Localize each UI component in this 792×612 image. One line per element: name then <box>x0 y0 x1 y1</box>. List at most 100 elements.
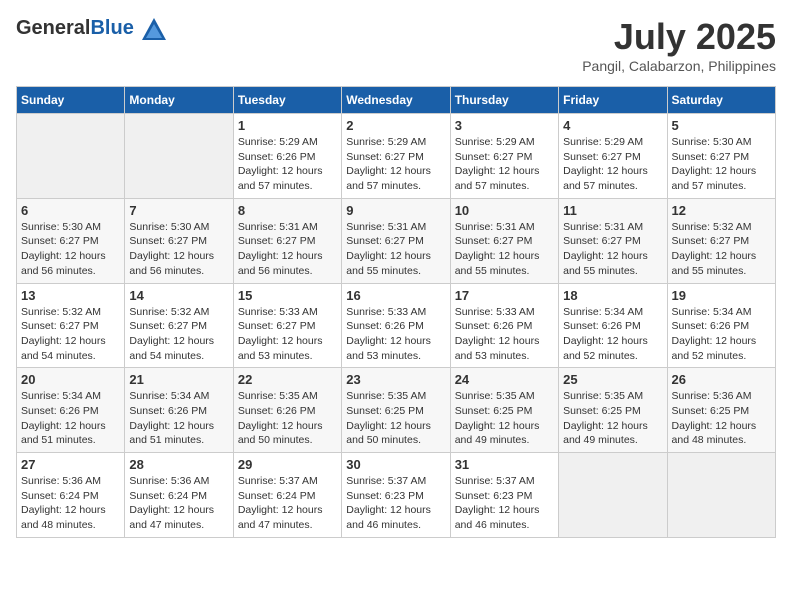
day-number: 24 <box>455 372 554 387</box>
day-info: Sunrise: 5:31 AMSunset: 6:27 PMDaylight:… <box>238 220 337 279</box>
logo-text: GeneralBlue <box>16 16 168 44</box>
day-info: Sunrise: 5:33 AMSunset: 6:26 PMDaylight:… <box>455 305 554 364</box>
logo: GeneralBlue <box>16 16 168 44</box>
day-info: Sunrise: 5:29 AMSunset: 6:27 PMDaylight:… <box>563 135 662 194</box>
calendar-header-row: Sunday Monday Tuesday Wednesday Thursday… <box>17 87 776 114</box>
day-info: Sunrise: 5:35 AMSunset: 6:25 PMDaylight:… <box>455 389 554 448</box>
day-info: Sunrise: 5:36 AMSunset: 6:24 PMDaylight:… <box>21 474 120 533</box>
calendar-week-row: 6Sunrise: 5:30 AMSunset: 6:27 PMDaylight… <box>17 198 776 283</box>
day-info: Sunrise: 5:30 AMSunset: 6:27 PMDaylight:… <box>129 220 228 279</box>
col-wednesday: Wednesday <box>342 87 450 114</box>
day-number: 19 <box>672 288 771 303</box>
col-saturday: Saturday <box>667 87 775 114</box>
table-row <box>667 453 775 538</box>
day-number: 13 <box>21 288 120 303</box>
day-number: 15 <box>238 288 337 303</box>
table-row: 30Sunrise: 5:37 AMSunset: 6:23 PMDayligh… <box>342 453 450 538</box>
table-row: 11 Sunrise: 5:31 AMSunset: 6:27 PMDayligh… <box>559 198 667 283</box>
table-row: 7 Sunrise: 5:30 AMSunset: 6:27 PMDaylight… <box>125 198 233 283</box>
day-info: Sunrise: 5:34 AMSunset: 6:26 PMDaylight:… <box>563 305 662 364</box>
table-row: 3 Sunrise: 5:29 AMSunset: 6:27 PMDaylight… <box>450 114 558 199</box>
table-row <box>17 114 125 199</box>
day-number: 16 <box>346 288 445 303</box>
day-info: Sunrise: 5:36 AMSunset: 6:24 PMDaylight:… <box>129 474 228 533</box>
day-number: 18 <box>563 288 662 303</box>
table-row: 19 Sunrise: 5:34 AMSunset: 6:26 PMDayligh… <box>667 283 775 368</box>
day-number: 8 <box>238 203 337 218</box>
day-number: 28 <box>129 457 228 472</box>
day-info: Sunrise: 5:35 AMSunset: 6:25 PMDaylight:… <box>346 389 445 448</box>
day-info: Sunrise: 5:32 AMSunset: 6:27 PMDaylight:… <box>672 220 771 279</box>
table-row: 1Sunrise: 5:29 AMSunset: 6:26 PMDaylight… <box>233 114 341 199</box>
col-thursday: Thursday <box>450 87 558 114</box>
table-row: 6Sunrise: 5:30 AMSunset: 6:27 PMDaylight… <box>17 198 125 283</box>
day-number: 17 <box>455 288 554 303</box>
table-row: 8 Sunrise: 5:31 AMSunset: 6:27 PMDaylight… <box>233 198 341 283</box>
day-info: Sunrise: 5:34 AMSunset: 6:26 PMDaylight:… <box>21 389 120 448</box>
day-number: 4 <box>563 118 662 133</box>
day-info: Sunrise: 5:32 AMSunset: 6:27 PMDaylight:… <box>21 305 120 364</box>
day-number: 23 <box>346 372 445 387</box>
table-row: 12 Sunrise: 5:32 AMSunset: 6:27 PMDayligh… <box>667 198 775 283</box>
day-number: 3 <box>455 118 554 133</box>
day-number: 31 <box>455 457 554 472</box>
table-row <box>559 453 667 538</box>
logo-blue: Blue <box>90 17 133 39</box>
table-row: 5 Sunrise: 5:30 AMSunset: 6:27 PMDaylight… <box>667 114 775 199</box>
day-info: Sunrise: 5:35 AMSunset: 6:25 PMDaylight:… <box>563 389 662 448</box>
day-number: 26 <box>672 372 771 387</box>
table-row: 13 Sunrise: 5:32 AMSunset: 6:27 PMDayligh… <box>17 283 125 368</box>
day-info: Sunrise: 5:30 AMSunset: 6:27 PMDaylight:… <box>672 135 771 194</box>
day-number: 2 <box>346 118 445 133</box>
table-row: 24 Sunrise: 5:35 AMSunset: 6:25 PMDayligh… <box>450 368 558 453</box>
logo-general: General <box>16 17 90 39</box>
day-info: Sunrise: 5:37 AMSunset: 6:23 PMDaylight:… <box>346 474 445 533</box>
logo-icon <box>140 16 168 44</box>
day-info: Sunrise: 5:33 AMSunset: 6:26 PMDaylight:… <box>346 305 445 364</box>
day-number: 5 <box>672 118 771 133</box>
day-info: Sunrise: 5:29 AMSunset: 6:27 PMDaylight:… <box>455 135 554 194</box>
table-row: 4 Sunrise: 5:29 AMSunset: 6:27 PMDaylight… <box>559 114 667 199</box>
calendar-week-row: 20Sunrise: 5:34 AMSunset: 6:26 PMDayligh… <box>17 368 776 453</box>
day-number: 11 <box>563 203 662 218</box>
table-row: 29Sunrise: 5:37 AMSunset: 6:24 PMDayligh… <box>233 453 341 538</box>
day-number: 1 <box>238 118 337 133</box>
col-sunday: Sunday <box>17 87 125 114</box>
table-row: 20Sunrise: 5:34 AMSunset: 6:26 PMDayligh… <box>17 368 125 453</box>
day-info: Sunrise: 5:35 AMSunset: 6:26 PMDaylight:… <box>238 389 337 448</box>
day-number: 14 <box>129 288 228 303</box>
table-row: 27Sunrise: 5:36 AMSunset: 6:24 PMDayligh… <box>17 453 125 538</box>
day-info: Sunrise: 5:32 AMSunset: 6:27 PMDaylight:… <box>129 305 228 364</box>
day-number: 29 <box>238 457 337 472</box>
day-info: Sunrise: 5:30 AMSunset: 6:27 PMDaylight:… <box>21 220 120 279</box>
table-row: 18 Sunrise: 5:34 AMSunset: 6:26 PMDayligh… <box>559 283 667 368</box>
table-row: 21 Sunrise: 5:34 AMSunset: 6:26 PMDayligh… <box>125 368 233 453</box>
calendar-table: Sunday Monday Tuesday Wednesday Thursday… <box>16 86 776 538</box>
day-info: Sunrise: 5:34 AMSunset: 6:26 PMDaylight:… <box>129 389 228 448</box>
day-number: 22 <box>238 372 337 387</box>
day-number: 12 <box>672 203 771 218</box>
day-info: Sunrise: 5:34 AMSunset: 6:26 PMDaylight:… <box>672 305 771 364</box>
day-info: Sunrise: 5:31 AMSunset: 6:27 PMDaylight:… <box>346 220 445 279</box>
location-title: Pangil, Calabarzon, Philippines <box>582 58 776 74</box>
page-header: GeneralBlue July 2025 Pangil, Calabarzon… <box>16 16 776 74</box>
table-row: 17 Sunrise: 5:33 AMSunset: 6:26 PMDayligh… <box>450 283 558 368</box>
table-row: 16 Sunrise: 5:33 AMSunset: 6:26 PMDayligh… <box>342 283 450 368</box>
calendar-week-row: 1Sunrise: 5:29 AMSunset: 6:26 PMDaylight… <box>17 114 776 199</box>
table-row <box>125 114 233 199</box>
day-info: Sunrise: 5:29 AMSunset: 6:27 PMDaylight:… <box>346 135 445 194</box>
table-row: 31 Sunrise: 5:37 AMSunset: 6:23 PMDayligh… <box>450 453 558 538</box>
calendar-week-row: 13 Sunrise: 5:32 AMSunset: 6:27 PMDayligh… <box>17 283 776 368</box>
day-number: 7 <box>129 203 228 218</box>
table-row: 22 Sunrise: 5:35 AMSunset: 6:26 PMDayligh… <box>233 368 341 453</box>
day-number: 21 <box>129 372 228 387</box>
day-number: 9 <box>346 203 445 218</box>
day-number: 10 <box>455 203 554 218</box>
table-row: 28 Sunrise: 5:36 AMSunset: 6:24 PMDayligh… <box>125 453 233 538</box>
col-friday: Friday <box>559 87 667 114</box>
day-info: Sunrise: 5:36 AMSunset: 6:25 PMDaylight:… <box>672 389 771 448</box>
day-info: Sunrise: 5:37 AMSunset: 6:23 PMDaylight:… <box>455 474 554 533</box>
day-info: Sunrise: 5:31 AMSunset: 6:27 PMDaylight:… <box>563 220 662 279</box>
table-row: 15Sunrise: 5:33 AMSunset: 6:27 PMDayligh… <box>233 283 341 368</box>
table-row: 14 Sunrise: 5:32 AMSunset: 6:27 PMDayligh… <box>125 283 233 368</box>
